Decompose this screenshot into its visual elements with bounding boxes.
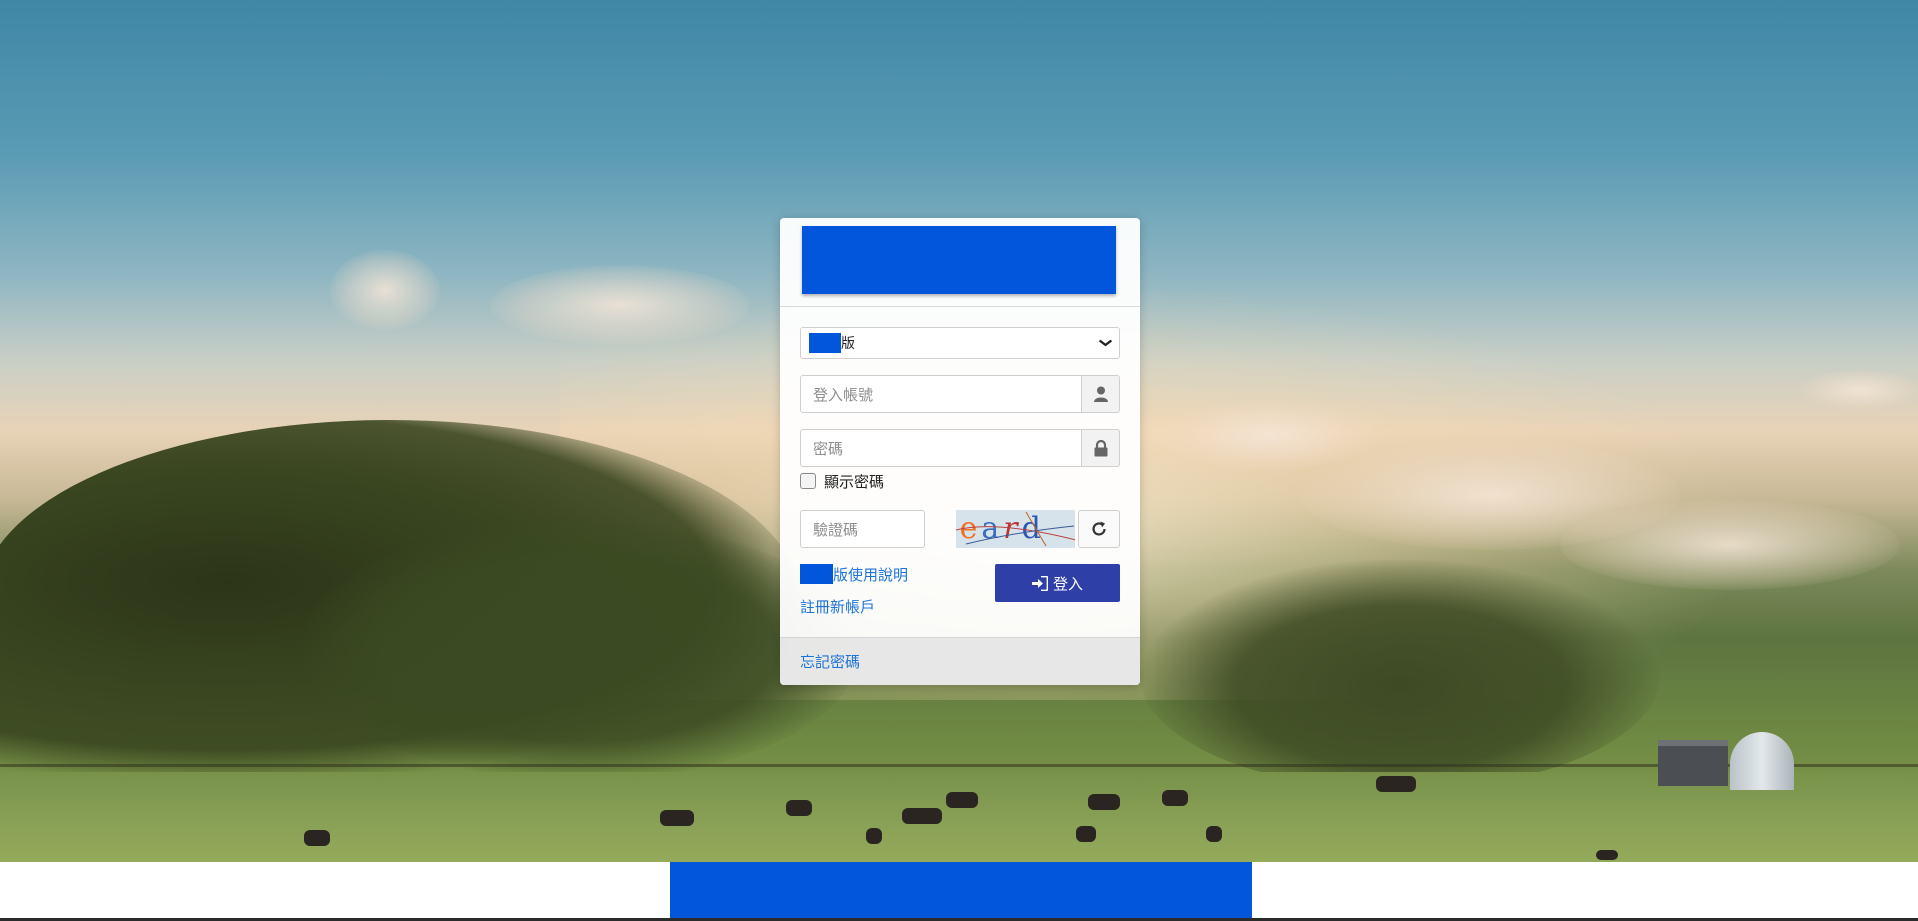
- account-input[interactable]: 登入帳號: [801, 376, 1081, 412]
- account-input-group: 登入帳號: [800, 375, 1120, 413]
- cow: [786, 800, 812, 816]
- show-password-checkbox[interactable]: [800, 473, 816, 489]
- cow: [660, 810, 694, 826]
- user-manual-link-label: 版使用說明: [833, 565, 909, 584]
- cloud: [490, 265, 750, 345]
- redacted-logo: [802, 226, 1116, 294]
- actions-row: 版使用說明 註冊新帳戶 登入: [800, 564, 1120, 630]
- captcha-noise-lines: [955, 511, 1076, 547]
- cow: [304, 830, 330, 846]
- silo: [1730, 732, 1794, 790]
- cow: [1162, 790, 1188, 806]
- barn: [1658, 740, 1728, 786]
- login-panel: 版 登入帳號 密碼 顯示密碼 驗證碼 eard 版使用說明 註冊新帳戶 登入 忘…: [780, 218, 1140, 685]
- login-form: 版 登入帳號 密碼 顯示密碼 驗證碼 eard 版使用說明 註冊新帳戶 登入: [780, 307, 1140, 630]
- captcha-row: 驗證碼 eard: [800, 510, 1120, 548]
- sign-in-icon: [1031, 575, 1048, 591]
- login-header: [780, 218, 1140, 307]
- password-input[interactable]: 密碼: [801, 430, 1081, 466]
- login-footer: 忘記密碼: [780, 637, 1140, 685]
- lock-icon: [1081, 430, 1119, 466]
- pasture-field: [0, 772, 1918, 862]
- cloud: [1800, 370, 1918, 410]
- cloud: [1560, 500, 1900, 590]
- cloud: [330, 250, 440, 330]
- login-button[interactable]: 登入: [995, 564, 1120, 602]
- redacted-version-name: [809, 333, 841, 353]
- login-button-label: 登入: [1052, 574, 1083, 593]
- version-select-suffix: 版: [841, 336, 855, 352]
- tree-line-center: [300, 520, 860, 780]
- cow: [1076, 826, 1096, 842]
- register-link[interactable]: 註冊新帳戶: [800, 596, 995, 616]
- captcha-input[interactable]: 驗證碼: [800, 510, 925, 548]
- chevron-down-icon: [1098, 336, 1113, 350]
- cow: [1206, 826, 1222, 842]
- cow: [1596, 850, 1618, 860]
- tree-line-right: [1140, 560, 1660, 790]
- version-select[interactable]: 版: [800, 327, 1120, 359]
- cow: [902, 808, 942, 824]
- captcha-refresh-button[interactable]: [1078, 510, 1120, 548]
- show-password-row: 顯示密碼: [800, 471, 1120, 491]
- password-input-group: 密碼: [800, 429, 1120, 467]
- redacted-version-name: [800, 564, 833, 584]
- cow: [1376, 776, 1416, 792]
- show-password-label[interactable]: 顯示密碼: [824, 471, 884, 492]
- cow: [946, 792, 978, 808]
- forgot-password-link[interactable]: 忘記密碼: [800, 652, 860, 672]
- user-manual-link[interactable]: 版使用說明: [800, 564, 995, 584]
- captcha-image: eard: [955, 510, 1076, 548]
- refresh-icon: [1092, 521, 1106, 536]
- cow: [866, 828, 882, 844]
- fence: [0, 764, 1918, 767]
- redacted-footer-banner: [670, 862, 1252, 918]
- help-links: 版使用說明 註冊新帳戶: [800, 564, 995, 630]
- cow: [1088, 794, 1120, 810]
- user-icon: [1081, 376, 1119, 412]
